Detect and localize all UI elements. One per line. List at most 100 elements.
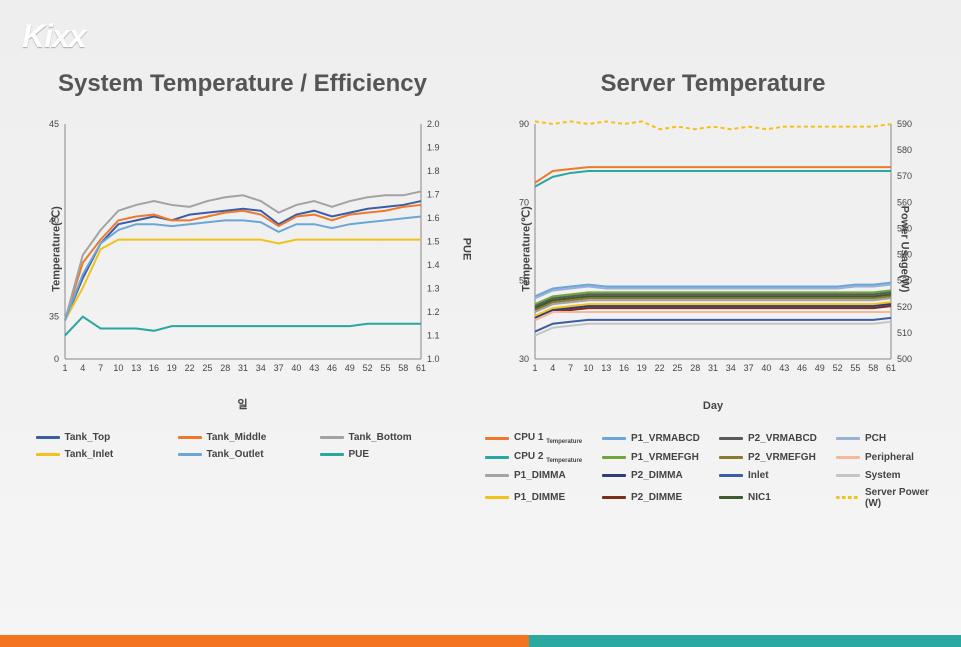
- svg-text:43: 43: [779, 363, 789, 373]
- legend-label: P2_VRMEFGH: [748, 452, 816, 463]
- svg-text:61: 61: [886, 363, 896, 373]
- legend-swatch: [36, 453, 60, 456]
- svg-text:10: 10: [113, 363, 123, 373]
- svg-text:34: 34: [726, 363, 736, 373]
- legend-label: Server Power (W): [865, 487, 941, 509]
- chart-left-title: System Temperature / Efficiency: [58, 70, 427, 99]
- svg-text:1.9: 1.9: [427, 142, 440, 152]
- svg-text:40: 40: [291, 363, 301, 373]
- chart-right-panel: Server Temperature Temperature(℃) Power …: [485, 70, 941, 509]
- legend-item: P1_DIMMA: [485, 470, 590, 481]
- brand-logo: Kixx: [22, 18, 86, 55]
- svg-text:52: 52: [833, 363, 843, 373]
- chart-right-xlabel: Day: [703, 400, 723, 412]
- legend-swatch: [320, 436, 344, 439]
- svg-text:30: 30: [519, 354, 529, 364]
- svg-text:16: 16: [148, 363, 158, 373]
- svg-text:10: 10: [583, 363, 593, 373]
- svg-text:40: 40: [761, 363, 771, 373]
- svg-text:1.0: 1.0: [427, 354, 440, 364]
- chart-right-legend: CPU 1 TemperatureP1_VRMABCDP2_VRMABCDPCH…: [485, 432, 941, 509]
- svg-text:1.8: 1.8: [427, 166, 440, 176]
- legend-swatch: [178, 436, 202, 439]
- legend-swatch: [836, 496, 860, 499]
- svg-text:37: 37: [744, 363, 754, 373]
- legend-item: PUE: [320, 449, 450, 460]
- legend-item: P2_DIMME: [602, 487, 707, 509]
- legend-label: NIC1: [748, 492, 771, 503]
- svg-text:58: 58: [868, 363, 878, 373]
- svg-text:22: 22: [655, 363, 665, 373]
- legend-item: PCH: [836, 432, 941, 445]
- legend-label: P2_DIMME: [631, 492, 682, 503]
- svg-text:2.0: 2.0: [427, 119, 440, 129]
- legend-item: Tank_Outlet: [178, 449, 308, 460]
- svg-text:55: 55: [850, 363, 860, 373]
- svg-text:61: 61: [415, 363, 425, 373]
- legend-swatch: [719, 474, 743, 477]
- legend-item: P1_VRMEFGH: [602, 451, 707, 464]
- legend-swatch: [36, 436, 60, 439]
- svg-text:7: 7: [568, 363, 573, 373]
- legend-label: Tank_Bottom: [349, 432, 412, 443]
- legend-label: Inlet: [748, 470, 769, 481]
- charts-container: System Temperature / Efficiency Temperat…: [0, 0, 961, 509]
- svg-text:40: 40: [48, 215, 58, 225]
- svg-text:49: 49: [815, 363, 825, 373]
- legend-swatch: [719, 496, 743, 499]
- svg-text:13: 13: [601, 363, 611, 373]
- legend-label: Tank_Inlet: [65, 449, 114, 460]
- svg-text:1.3: 1.3: [427, 283, 440, 293]
- legend-swatch: [836, 437, 860, 440]
- svg-text:31: 31: [237, 363, 247, 373]
- legend-label: P1_DIMMA: [514, 470, 566, 481]
- svg-text:70: 70: [519, 197, 529, 207]
- svg-text:19: 19: [166, 363, 176, 373]
- svg-text:1.6: 1.6: [427, 213, 440, 223]
- svg-text:4: 4: [80, 363, 85, 373]
- svg-text:560: 560: [897, 197, 912, 207]
- legend-swatch: [836, 474, 860, 477]
- legend-item: NIC1: [719, 487, 824, 509]
- svg-text:510: 510: [897, 328, 912, 338]
- legend-swatch: [485, 474, 509, 477]
- svg-text:1: 1: [532, 363, 537, 373]
- legend-item: Inlet: [719, 470, 824, 481]
- chart-left-panel: System Temperature / Efficiency Temperat…: [20, 70, 465, 509]
- svg-text:28: 28: [220, 363, 230, 373]
- svg-text:37: 37: [273, 363, 283, 373]
- footer-orange: [0, 635, 529, 647]
- legend-item: Tank_Middle: [178, 432, 308, 443]
- legend-label: Peripheral: [865, 452, 914, 463]
- svg-text:590: 590: [897, 119, 912, 129]
- legend-swatch: [602, 456, 626, 459]
- legend-item: Peripheral: [836, 451, 941, 464]
- legend-swatch: [602, 437, 626, 440]
- legend-label: P1_DIMME: [514, 492, 565, 503]
- chart-right-area: Temperature(℃) Power Usage(W) Day 305070…: [493, 114, 933, 384]
- legend-swatch: [719, 437, 743, 440]
- svg-text:0: 0: [53, 354, 58, 364]
- legend-item: P2_DIMMA: [602, 470, 707, 481]
- svg-text:58: 58: [398, 363, 408, 373]
- svg-text:16: 16: [619, 363, 629, 373]
- legend-item: Server Power (W): [836, 487, 941, 509]
- legend-swatch: [485, 496, 509, 499]
- legend-swatch: [178, 453, 202, 456]
- legend-item: System: [836, 470, 941, 481]
- legend-swatch: [719, 456, 743, 459]
- legend-label: P2_DIMMA: [631, 470, 683, 481]
- legend-item: P1_DIMME: [485, 487, 590, 509]
- svg-text:530: 530: [897, 275, 912, 285]
- svg-text:49: 49: [344, 363, 354, 373]
- svg-text:1.1: 1.1: [427, 330, 440, 340]
- legend-item: Tank_Top: [36, 432, 166, 443]
- svg-text:550: 550: [897, 223, 912, 233]
- svg-text:50: 50: [519, 275, 529, 285]
- legend-swatch: [485, 456, 509, 459]
- chart-right-svg: 3050709050051052053054055056057058059014…: [493, 114, 933, 384]
- svg-text:580: 580: [897, 145, 912, 155]
- legend-label: P1_VRMEFGH: [631, 452, 699, 463]
- svg-text:46: 46: [326, 363, 336, 373]
- svg-text:28: 28: [690, 363, 700, 373]
